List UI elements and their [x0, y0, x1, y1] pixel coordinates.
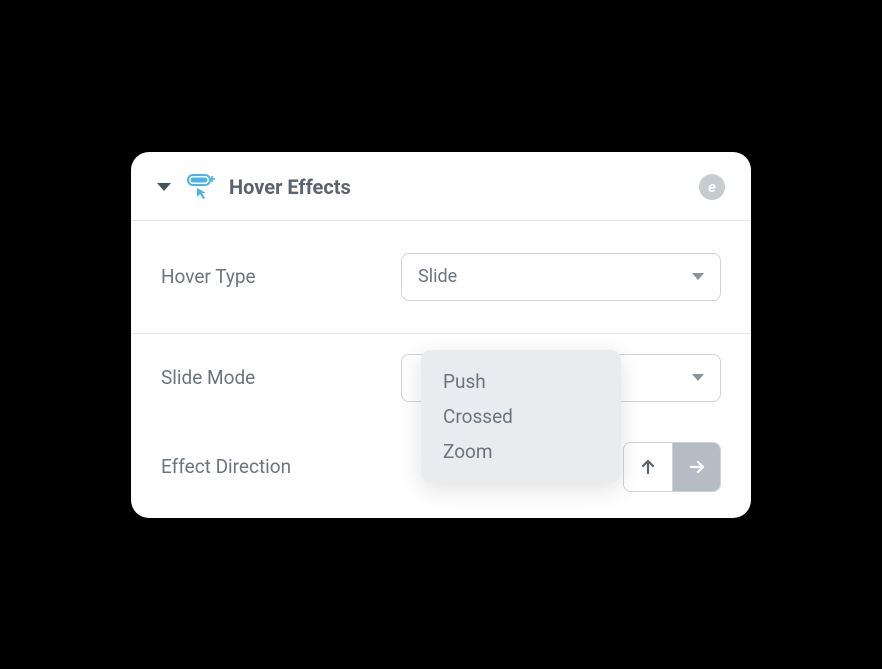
panel-title: Hover Effects	[229, 175, 699, 199]
collapse-chevron-icon[interactable]	[157, 183, 171, 191]
direction-right-button[interactable]	[672, 443, 720, 491]
arrow-up-icon	[639, 458, 657, 476]
effect-direction-label: Effect Direction	[161, 455, 401, 478]
chevron-down-icon	[692, 374, 704, 381]
panel-header: Hover Effects e	[131, 152, 751, 221]
dropdown-option-zoom[interactable]: Zoom	[443, 434, 599, 469]
slide-mode-label: Slide Mode	[161, 366, 401, 389]
dropdown-option-crossed[interactable]: Crossed	[443, 399, 599, 434]
hover-effects-panel: Hover Effects e Hover Type Slide Slide M…	[131, 152, 751, 518]
chevron-down-icon	[692, 273, 704, 280]
arrow-right-icon	[688, 458, 706, 476]
slide-mode-dropdown: Push Crossed Zoom	[421, 350, 621, 483]
hover-type-select[interactable]: Slide	[401, 253, 721, 301]
dropdown-option-push[interactable]: Push	[443, 364, 599, 399]
hover-effects-icon	[187, 174, 217, 200]
direction-up-button[interactable]	[624, 443, 672, 491]
direction-toggle-group	[623, 442, 721, 492]
hover-type-row: Hover Type Slide	[131, 221, 751, 334]
plugin-badge-icon[interactable]: e	[699, 174, 725, 200]
hover-type-label: Hover Type	[161, 265, 401, 288]
hover-type-value: Slide	[418, 266, 457, 287]
